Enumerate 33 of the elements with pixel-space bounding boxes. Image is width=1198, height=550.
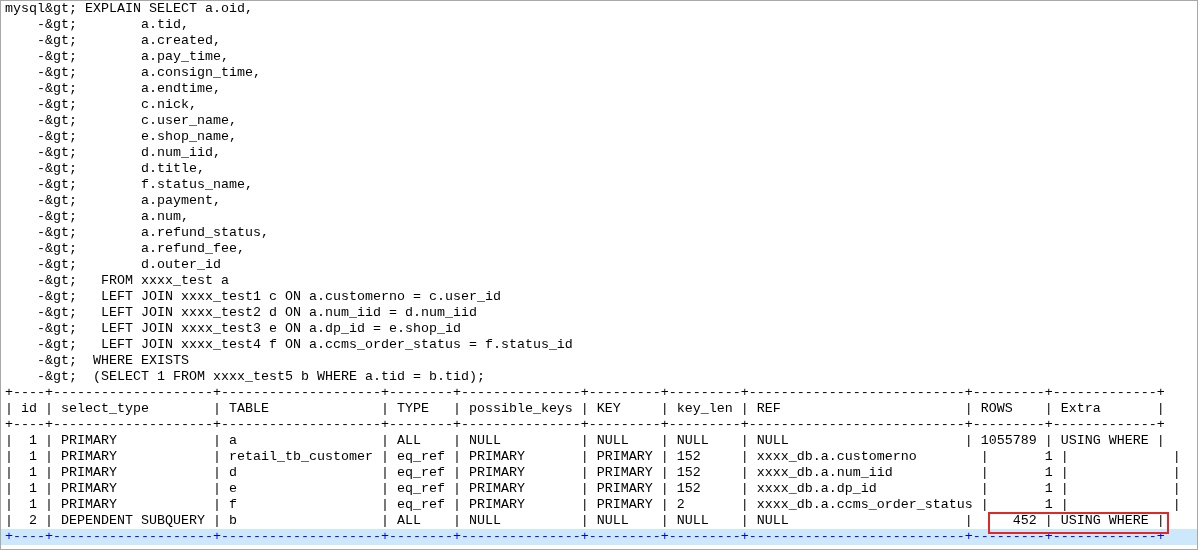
console-line: -&gt; LEFT JOIN xxxx_test1 c ON a.customerno = c.user_id [36,289,502,305]
console-line: mysql&gt; EXPLAIN SELECT a.oid, [4,1,254,17]
console-line: | 2 | DEPENDENT SUBQUERY | b | ALL | NULL | NULL | NULL | NULL | 452 | USING WHERE | [4,513,1166,529]
console-line: -&gt; a.consign_time, [36,65,262,81]
console-line: -&gt; d.num_iid, [36,145,222,161]
console-line: -&gt; a.refund_fee, [36,241,246,257]
console-line: -&gt; LEFT JOIN xxxx_test3 e ON a.dp_id = e.shop_id [36,321,462,337]
console-line: -&gt; a.payment, [36,193,222,209]
console-line: -&gt; FROM xxxx_test a [36,273,230,289]
console-line: | id | select_type | TABLE | TYPE | possible_keys | KEY | key_len | REF | ROWS | Extra | [4,401,1166,417]
console-line: -&gt; d.title, [36,161,206,177]
console-line: -&gt; a.tid, [36,17,190,33]
console-line: -&gt; LEFT JOIN xxxx_test2 d ON a.num_iid = d.num_iid [36,305,478,321]
console-line: | 1 | PRIMARY | a | ALL | NULL | NULL | NULL | NULL | 1055789 | USING WHERE | [4,433,1166,449]
console-line: -&gt; f.status_name, [36,177,254,193]
console-line: -&gt; c.nick, [36,97,198,113]
console-line: | 1 | PRIMARY | d | eq_ref | PRIMARY | PRIMARY | 152 | xxxx_db.a.num_iid | 1 | | [4,465,1182,481]
console-line: -&gt; d.outer_id [36,257,222,273]
console-line: | 1 | PRIMARY | retail_tb_customer | eq_ref | PRIMARY | PRIMARY | 152 | xxxx_db.a.customerno | 1 | | [4,449,1182,465]
console-line: -&gt; a.endtime, [36,81,222,97]
console-line: -&gt; WHERE EXISTS [36,353,190,369]
console-line: | 1 | PRIMARY | f | eq_ref | PRIMARY | PRIMARY | 2 | xxxx_db.a.ccms_order_status | 1 | | [4,497,1182,513]
console-line: +----+--------------------+--------------------+--------+---------------+---------+---------+---------------------------+---------+-------------+ [4,417,1166,433]
console-line: -&gt; c.user_name, [36,113,238,129]
console-line: -&gt; a.created, [36,33,222,49]
console-line: -&gt; e.shop_name, [36,129,238,145]
console-line: -&gt; a.pay_time, [36,49,230,65]
console-line: -&gt; a.num, [36,209,190,225]
console-line: -&gt; a.refund_status, [36,225,270,241]
console-line: +----+--------------------+--------------------+--------+---------------+---------+---------+---------------------------+---------+-------------+ [4,385,1166,401]
console-line: -&gt; (SELECT 1 FROM xxxx_test5 b WHERE a.tid = b.tid); [36,369,486,385]
console-line: | 1 | PRIMARY | e | eq_ref | PRIMARY | PRIMARY | 152 | xxxx_db.a.dp_id | 1 | | [4,481,1182,497]
console-line: -&gt; LEFT JOIN xxxx_test4 f ON a.ccms_order_status = f.status_id [36,337,574,353]
